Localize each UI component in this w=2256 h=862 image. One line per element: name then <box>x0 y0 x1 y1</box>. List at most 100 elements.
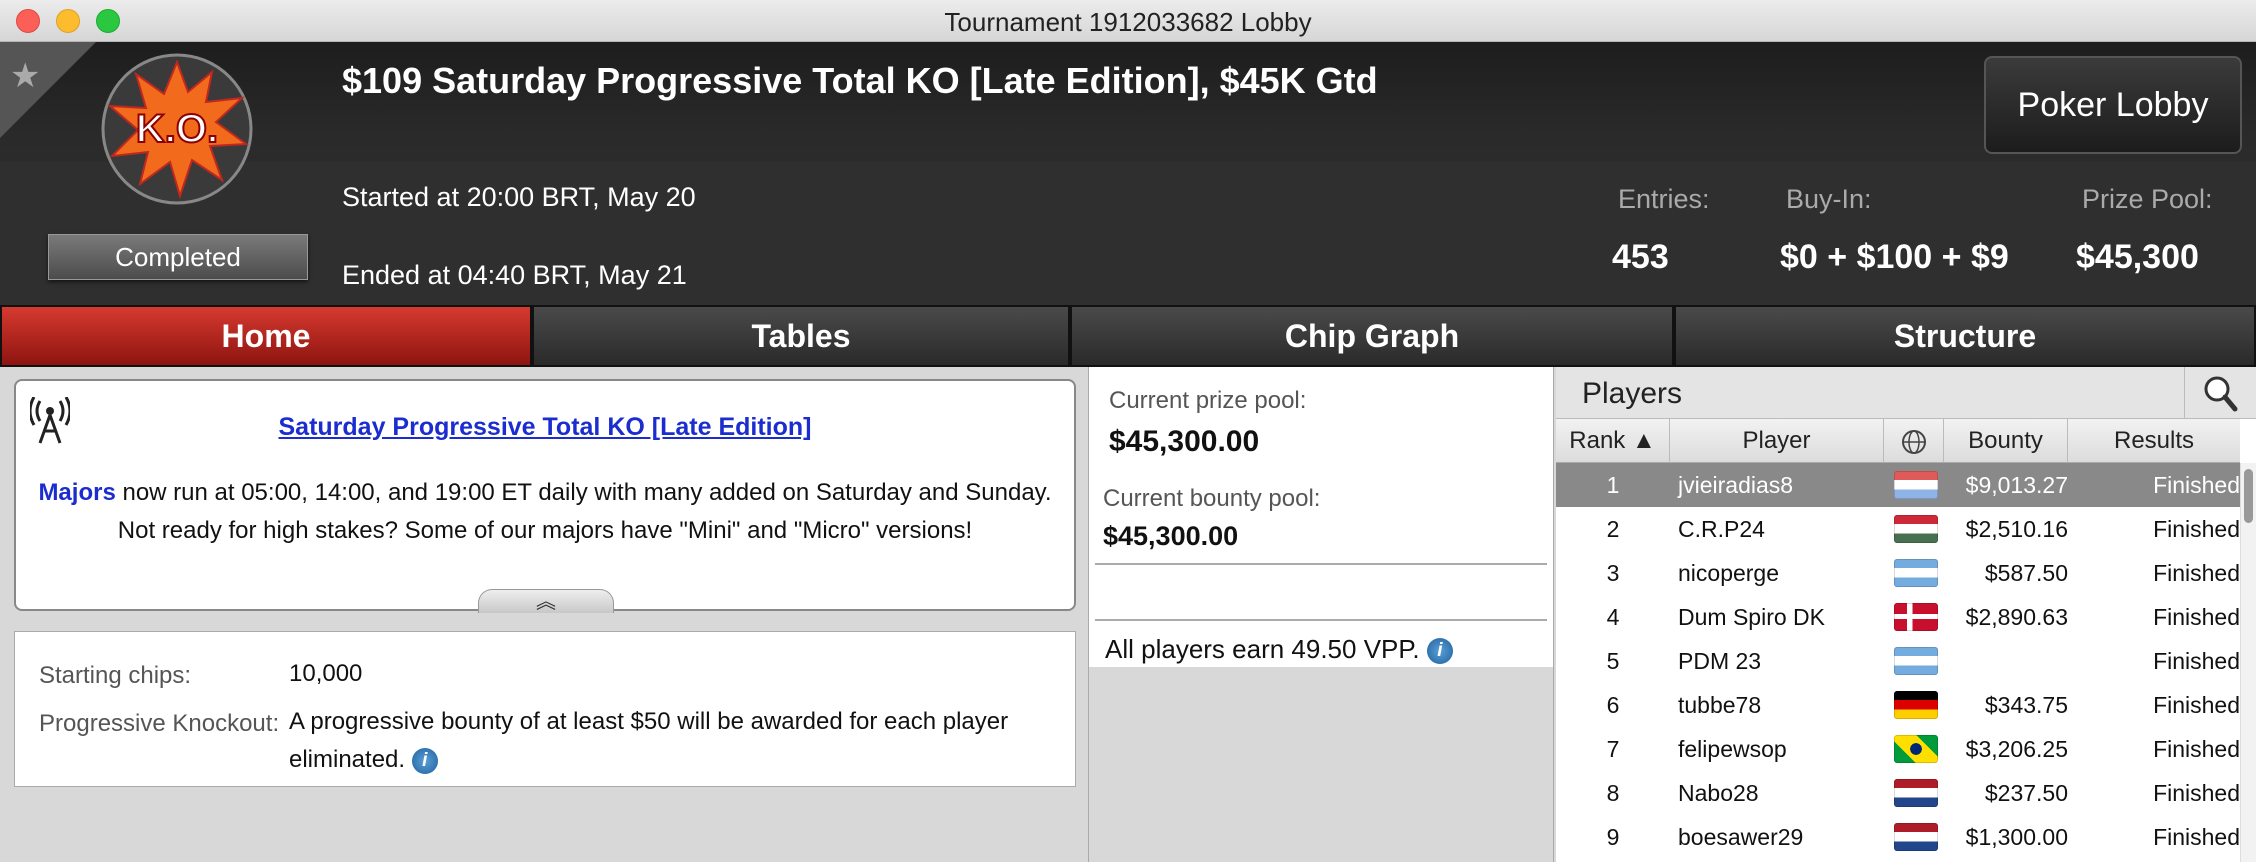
bounty-cell: $9,013.27 <box>1965 472 2068 498</box>
buyin-value: $0 + $100 + $9 <box>1780 238 2009 276</box>
rank-cell: 3 <box>1606 560 1620 586</box>
country-flag-icon <box>1894 603 1938 631</box>
prize-pool-label: Current prize pool: <box>1109 387 1307 414</box>
svg-text:K.O.: K.O. <box>136 107 218 151</box>
bounty-cell: $1,300.00 <box>1965 824 2068 850</box>
country-flag-icon <box>1894 559 1938 587</box>
results-column-header[interactable]: Results <box>2068 419 2240 463</box>
player-name-cell: C.R.P24 <box>1678 516 1765 542</box>
players-header: Players <box>1556 367 2256 419</box>
result-cell: Finished <box>2153 780 2240 806</box>
table-row[interactable]: 2 C.R.P24 $2,510.16 Finished <box>1556 507 2240 551</box>
bounty-pool-label: Current bounty pool: <box>1103 485 1321 512</box>
country-flag-icon <box>1894 471 1938 499</box>
news-text-line1: Majors now run at 05:00, 14:00, and 19:0… <box>16 479 1074 507</box>
tab-home[interactable]: Home <box>2 307 530 365</box>
table-row[interactable]: 1 jvieiradias8 $9,013.27 Finished <box>1556 463 2240 507</box>
ko-logo-icon: K.O. <box>101 53 253 205</box>
tab-bar: Home Tables Chip Graph Structure <box>0 305 2256 367</box>
rank-cell: 7 <box>1606 736 1620 762</box>
vpp-info-icon[interactable]: i <box>1426 638 1453 665</box>
star-icon[interactable]: ★ <box>10 56 40 96</box>
result-cell: Finished <box>2153 516 2240 542</box>
globe-icon <box>1901 429 1926 454</box>
table-row[interactable]: 5 PDM 23 Finished <box>1556 639 2240 683</box>
home-content: Saturday Progressive Total KO [Late Edit… <box>0 367 2256 862</box>
rank-cell: 8 <box>1606 780 1620 806</box>
table-row[interactable]: 8 Nabo28 $237.50 Finished <box>1556 771 2240 815</box>
news-text-line2: Not ready for high stakes? Some of our m… <box>117 517 973 544</box>
entries-label: Entries: <box>1618 184 1710 214</box>
prizepool-value: $45,300 <box>2076 238 2199 276</box>
rank-column-header[interactable]: Rank ▲ <box>1556 419 1670 463</box>
players-scrollbar[interactable] <box>2240 463 2256 862</box>
player-column-header[interactable]: Player <box>1670 419 1884 463</box>
player-name-cell: boesawer29 <box>1678 824 1804 850</box>
result-cell: Finished <box>2153 736 2240 762</box>
starting-chips-value: 10,000 <box>289 660 363 687</box>
rank-cell: 2 <box>1606 516 1620 542</box>
tab-structure[interactable]: Structure <box>1676 307 2254 365</box>
result-cell: Finished <box>2153 560 2240 586</box>
news-title-link[interactable]: Saturday Progressive Total KO [Late Edit… <box>16 413 1074 442</box>
country-flag-icon <box>1894 647 1938 675</box>
table-row[interactable]: 9 boesawer29 $1,300.00 Finished <box>1556 815 2240 859</box>
pko-line2-wrap: eliminated. i <box>289 741 1008 779</box>
bounty-cell: $3,206.25 <box>1965 736 2068 762</box>
tournament-info-panel: Starting chips: 10,000 Progressive Knock… <box>14 631 1076 787</box>
search-icon <box>2204 376 2238 412</box>
tournament-header: ★ K.O. Completed $109 Saturday Progressi… <box>0 42 2256 305</box>
country-flag-icon <box>1894 515 1938 543</box>
buyin-label: Buy-In: <box>1786 184 1872 214</box>
country-column-header[interactable] <box>1884 419 1944 463</box>
bounty-column-header[interactable]: Bounty <box>1944 419 2068 463</box>
tab-chip-graph[interactable]: Chip Graph <box>1072 307 1672 365</box>
majors-link[interactable]: Majors <box>38 479 115 506</box>
news-panel: Saturday Progressive Total KO [Late Edit… <box>14 379 1076 613</box>
tab-tables[interactable]: Tables <box>534 307 1068 365</box>
rank-cell: 5 <box>1606 648 1620 674</box>
search-players-button[interactable] <box>2184 367 2256 419</box>
vpp-text-wrap: All players earn 49.50 VPP. i <box>1105 634 1453 665</box>
country-flag-icon <box>1894 691 1938 719</box>
country-flag-icon <box>1894 735 1938 763</box>
result-cell: Finished <box>2153 604 2240 630</box>
table-row[interactable]: 4 Dum Spiro DK $2,890.63 Finished <box>1556 595 2240 639</box>
status-badge: Completed <box>48 234 308 280</box>
table-row[interactable]: 3 nicoperge $587.50 Finished <box>1556 551 2240 595</box>
scrollbar-thumb[interactable] <box>2244 469 2253 523</box>
poker-lobby-button[interactable]: Poker Lobby <box>1984 56 2242 154</box>
vpp-text: All players earn 49.50 VPP. <box>1105 634 1420 664</box>
bounty-pool-value: $45,300.00 <box>1103 521 1239 551</box>
player-name-cell: PDM 23 <box>1678 648 1762 674</box>
entries-value: 453 <box>1612 238 1669 276</box>
rank-cell: 1 <box>1606 472 1620 498</box>
country-flag-icon <box>1894 823 1938 851</box>
pko-info-icon[interactable]: i <box>411 747 438 774</box>
pko-line2: eliminated. <box>289 746 406 773</box>
starting-chips-label: Starting chips: <box>39 662 192 689</box>
end-time: Ended at 04:40 BRT, May 21 <box>342 260 687 290</box>
player-name-cell: tubbe78 <box>1678 692 1762 718</box>
table-row[interactable]: 6 tubbe78 $343.75 Finished <box>1556 683 2240 727</box>
country-flag-icon <box>1894 779 1938 807</box>
result-cell: Finished <box>2153 824 2240 850</box>
bounty-cell: $2,510.16 <box>1965 516 2068 542</box>
bounty-cell: $237.50 <box>1984 780 2068 806</box>
rank-cell: 4 <box>1606 604 1620 630</box>
player-name-cell: Nabo28 <box>1678 780 1759 806</box>
rank-cell: 9 <box>1606 824 1620 850</box>
prizepool-label: Prize Pool: <box>2082 184 2213 214</box>
result-cell: Finished <box>2153 648 2240 674</box>
collapse-news-button[interactable]: ︽ <box>478 589 614 613</box>
players-title: Players <box>1582 377 1683 410</box>
rank-cell: 6 <box>1606 692 1620 718</box>
bounty-cell: $587.50 <box>1984 560 2068 586</box>
pool-panel: Current prize pool: $45,300.00 Current b… <box>1088 367 1554 862</box>
news-text-rest: now run at 05:00, 14:00, and 19:00 ET da… <box>115 479 1052 506</box>
bounty-cell: $343.75 <box>1984 692 2068 718</box>
tournament-title: $109 Saturday Progressive Total KO [Late… <box>342 60 1378 101</box>
player-name-cell: nicoperge <box>1678 560 1780 586</box>
player-name-cell: Dum Spiro DK <box>1678 604 1825 630</box>
table-row[interactable]: 7 felipewsop $3,206.25 Finished <box>1556 727 2240 771</box>
